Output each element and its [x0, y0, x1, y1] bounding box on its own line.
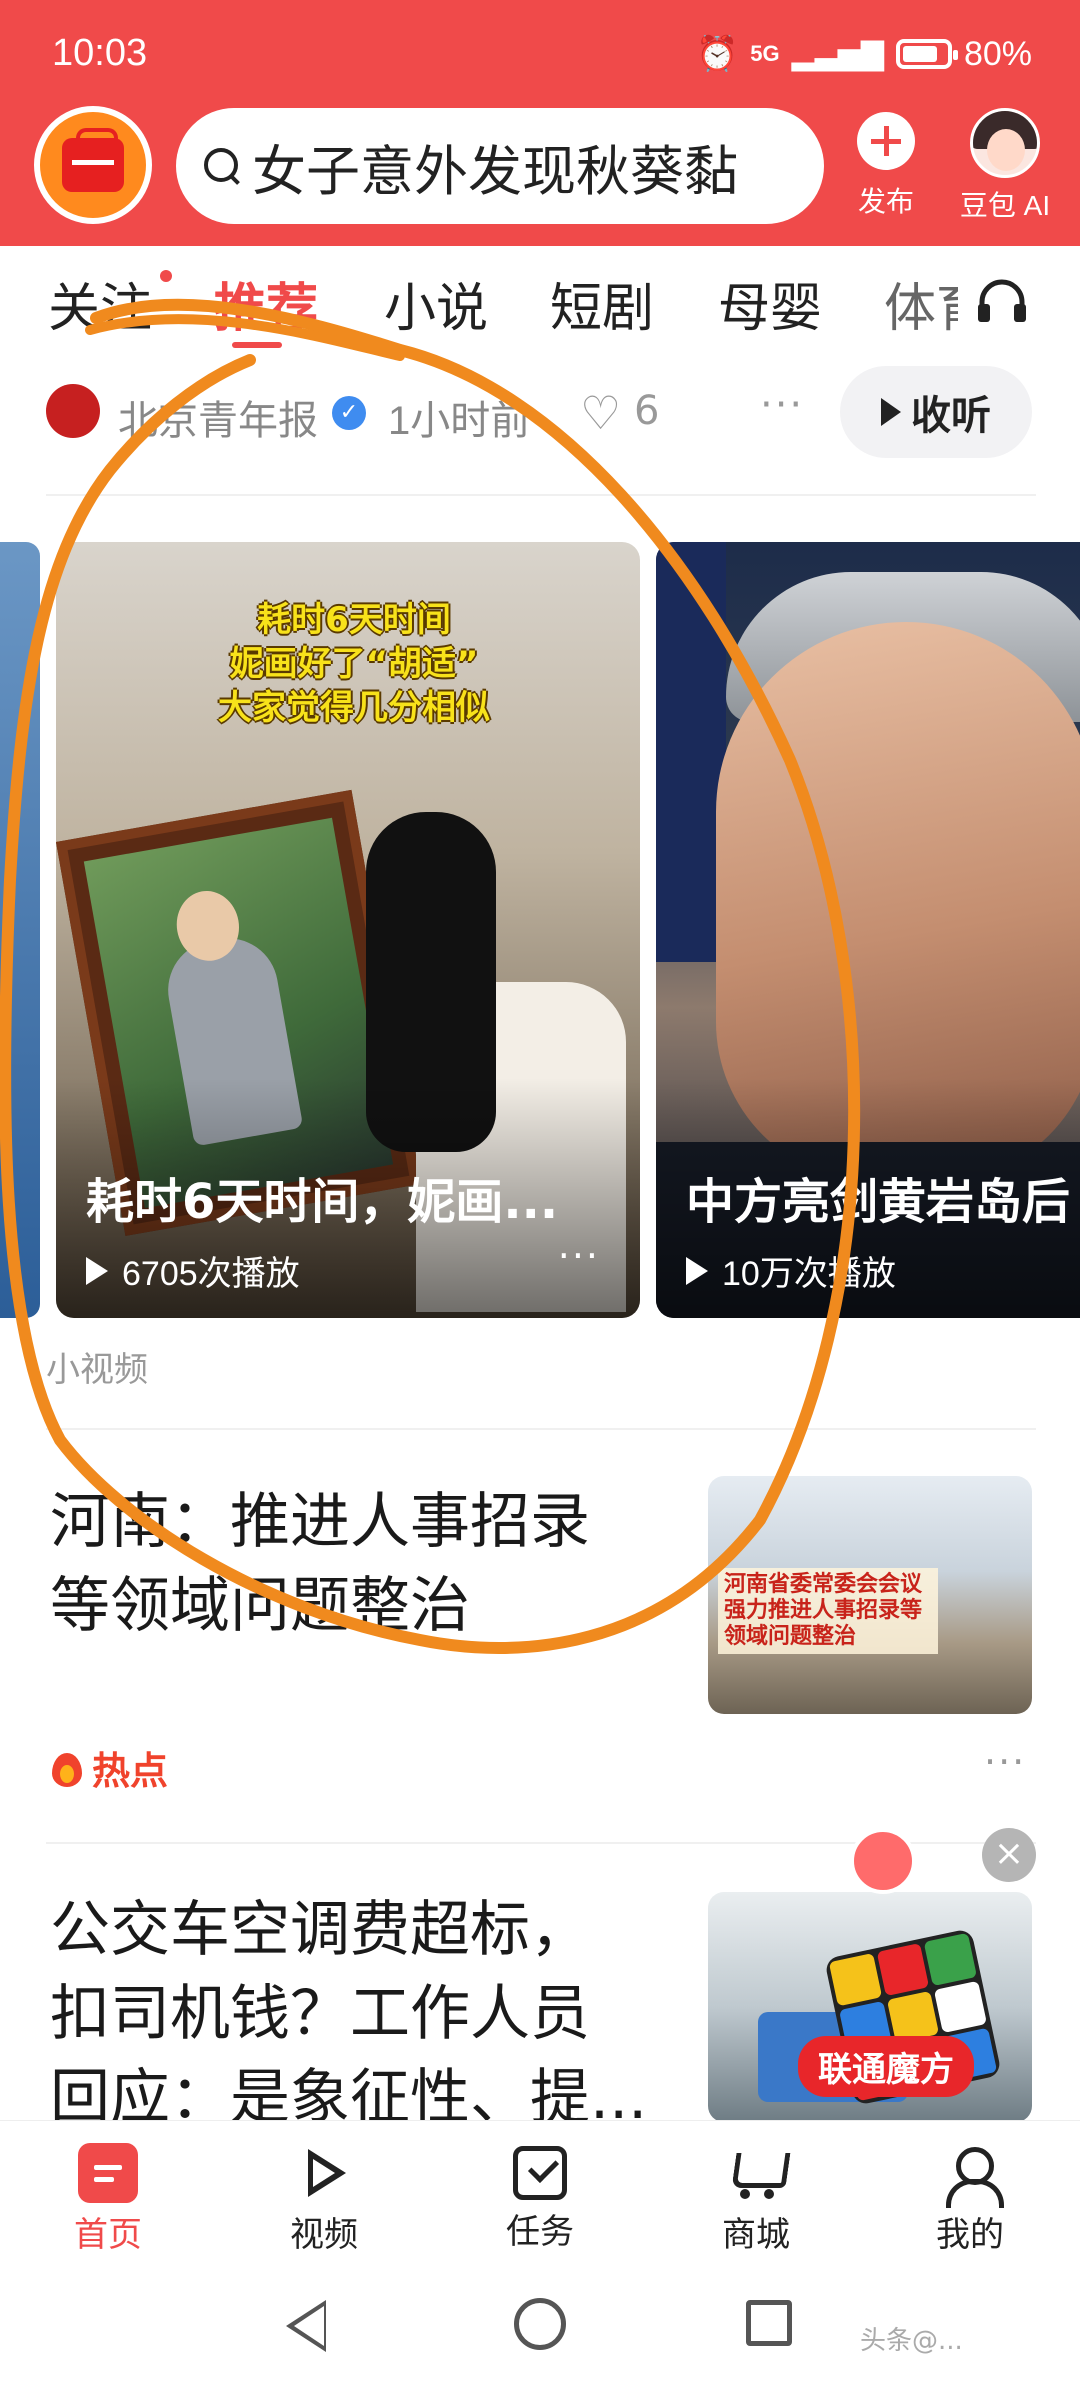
back-icon[interactable] — [286, 2300, 326, 2352]
nav-task[interactable]: 任务 — [470, 2143, 610, 2253]
search-icon — [202, 146, 242, 186]
play-icon — [86, 1256, 108, 1285]
previous-video-card[interactable] — [0, 542, 40, 1318]
active-tab-indicator — [232, 342, 282, 348]
news-thumbnail[interactable]: 河南省委常委会会议 强力推进人事招录等领域问题整治 — [708, 1476, 1032, 1714]
play-count: 6705次播放 — [86, 1246, 300, 1295]
hot-tag: 热点 — [50, 1740, 168, 1795]
status-icons: ⏰ 5G ▂▃▅▇ 80% — [696, 34, 1032, 74]
more-options-icon[interactable]: ··· — [558, 1234, 600, 1278]
verified-icon: ✓ — [332, 396, 366, 430]
battery-icon — [895, 39, 958, 69]
search-text: 女子意外发现秋葵黏 — [252, 139, 738, 203]
play-count: 10万次播放 — [686, 1246, 896, 1295]
source-avatar[interactable] — [46, 384, 100, 438]
nav-video[interactable]: 视频 — [254, 2143, 394, 2256]
cart-icon — [726, 2143, 786, 2203]
divider — [46, 494, 1036, 496]
alarm-icon: ⏰ — [695, 35, 739, 73]
video-card[interactable]: 耗时6天时间 妮画好了“胡适” 大家觉得几分相似 耗时6天时间，妮画... 67… — [56, 542, 640, 1318]
listen-button[interactable]: 收听 — [840, 366, 1032, 458]
search-bar[interactable]: 女子意外发现秋葵黏 — [176, 108, 824, 224]
video-overlay-caption: 耗时6天时间 妮画好了“胡适” 大家觉得几分相似 — [218, 600, 490, 728]
mascot-icon[interactable] — [850, 1828, 916, 1894]
watermark: 头条@... — [860, 2326, 963, 2356]
home-circle-icon[interactable] — [514, 2298, 566, 2350]
nav-profile[interactable]: 我的 — [900, 2143, 1040, 2256]
close-icon[interactable]: × — [982, 1828, 1036, 1882]
like-count: 6 — [634, 388, 660, 434]
profile-icon — [940, 2143, 1004, 2208]
task-icon — [513, 2146, 567, 2200]
video-card[interactable]: 中方亮剑黄岩岛后 10万次播放 — [656, 542, 1080, 1318]
tab-follow[interactable]: 关注 — [48, 266, 152, 341]
video-title: 中方亮剑黄岩岛后 — [686, 1174, 1071, 1230]
video-icon — [294, 2143, 354, 2203]
more-options-icon[interactable]: ··· — [760, 382, 804, 428]
news-title[interactable]: 公交车空调费超标， 扣司机钱？工作人员 回应：是象征性、提... — [50, 1888, 647, 2140]
channel-tabs: 关注 推荐 小说 短剧 母婴 体育 — [0, 246, 1080, 356]
tab-novel[interactable]: 小说 — [384, 266, 488, 341]
system-navigation: 头条@... — [0, 2268, 1080, 2388]
fire-icon — [50, 1747, 84, 1789]
status-bar: 10:03 ⏰ 5G ▂▃▅▇ 80% — [0, 0, 1080, 110]
section-label: 小视频 — [46, 1350, 148, 1390]
app-header: 10:03 ⏰ 5G ▂▃▅▇ 80% 女子意外发现秋葵黏 发布 豆包 AI — [0, 0, 1080, 246]
network-label: 5G — [750, 41, 780, 66]
unread-dot — [160, 270, 172, 282]
app-logo-icon[interactable] — [34, 106, 152, 224]
status-time: 10:03 — [52, 32, 148, 74]
publish-label: 发布 — [857, 185, 914, 218]
ad-label: 联通魔方 — [798, 2036, 974, 2097]
battery-level: 80% — [963, 34, 1032, 73]
ad-thumbnail[interactable]: 联通魔方 — [708, 1892, 1032, 2122]
more-options-icon[interactable]: ··· — [984, 1740, 1026, 1784]
tab-short-drama[interactable]: 短剧 — [550, 266, 654, 341]
tab-maternity[interactable]: 母婴 — [718, 266, 822, 341]
nav-home[interactable]: 首页 — [38, 2143, 178, 2256]
ai-avatar-icon — [970, 108, 1040, 178]
publish-button[interactable]: 发布 — [846, 112, 926, 220]
divider — [46, 1428, 1036, 1430]
listen-label: 收听 — [911, 393, 991, 439]
tab-sports[interactable]: 体育 — [884, 266, 958, 341]
video-title: 耗时6天时间，妮画... — [86, 1174, 559, 1230]
play-icon — [686, 1256, 708, 1285]
heart-icon[interactable]: ♡ — [580, 390, 621, 436]
source-name[interactable]: 北京青年报 — [118, 388, 318, 446]
plus-icon — [857, 112, 915, 170]
thumbnail-caption: 河南省委常委会会议 强力推进人事招录等领域问题整治 — [718, 1568, 938, 1654]
headphone-icon[interactable] — [976, 276, 1028, 324]
recents-icon[interactable] — [746, 2300, 792, 2346]
play-icon — [881, 398, 901, 426]
nav-mall[interactable]: 商城 — [686, 2143, 826, 2256]
doubao-ai-button[interactable]: 豆包 AI — [950, 108, 1060, 224]
home-icon — [78, 2143, 138, 2203]
bottom-navigation: 首页 视频 任务 商城 我的 — [0, 2120, 1080, 2268]
ai-label: 豆包 AI — [959, 190, 1051, 221]
post-time: 1小时前 — [388, 399, 531, 443]
news-title[interactable]: 河南：推进人事招录 等领域问题整治 — [50, 1480, 590, 1648]
tab-recommend[interactable]: 推荐 — [214, 266, 318, 341]
signal-icon: ▂▃▅▇ — [791, 37, 884, 71]
